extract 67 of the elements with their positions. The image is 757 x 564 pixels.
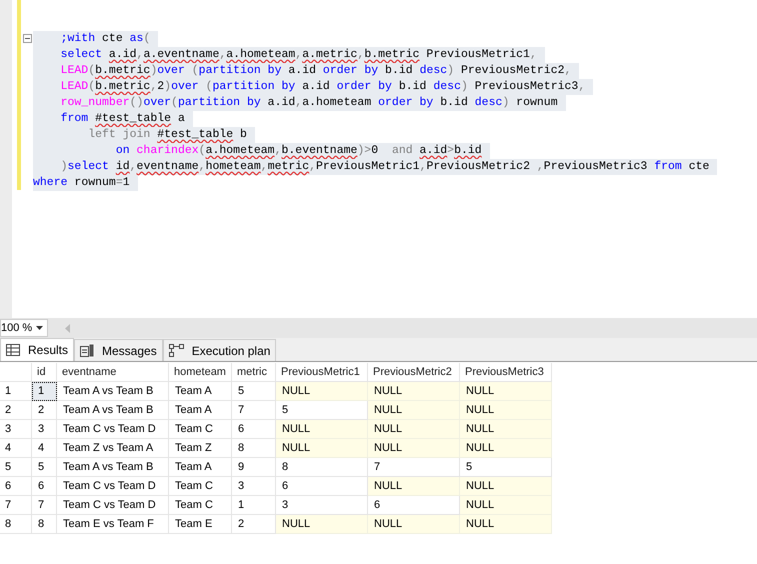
table-cell: 8 [32,515,57,534]
row-number: 5 [0,458,32,477]
grid-corner[interactable] [0,363,32,382]
table-cell: Team C [169,420,232,439]
row-number: 6 [0,477,32,496]
table-cell: Team A vs Team B [57,401,169,420]
table-cell: Team C vs Team D [57,496,169,515]
table-cell: 4 [32,439,57,458]
table-cell: 8 [276,458,368,477]
row-number: 7 [0,496,32,515]
table-cell: 2 [32,401,57,420]
table-cell: NULL [460,515,552,534]
result-tab[interactable]: Messages [74,339,163,361]
table-cell: NULL [276,382,368,401]
table-cell: Team A [169,382,232,401]
table-cell: NULL [368,401,460,420]
result-tab[interactable]: Execution plan [162,339,276,361]
document-icon [80,344,94,357]
table-cell: NULL [276,439,368,458]
table-cell: NULL [460,420,552,439]
zoom-dropdown[interactable]: 100 % [0,319,48,337]
collapse-icon[interactable] [22,34,32,43]
table-cell: NULL [368,382,460,401]
column-header[interactable]: eventname [57,363,169,382]
table-cell: NULL [368,515,460,534]
table-cell: 7 [32,496,57,515]
table-cell: Team E vs Team F [57,515,169,534]
plan-icon [168,344,184,357]
table-cell: NULL [460,382,552,401]
table-cell: 5 [32,458,57,477]
table-cell: NULL [460,401,552,420]
row-number: 3 [0,420,32,439]
row-number: 4 [0,439,32,458]
table-cell: Team C vs Team D [57,477,169,496]
table-cell: Team C [169,496,232,515]
column-header[interactable]: metric [232,363,276,382]
table-cell: NULL [460,496,552,515]
table-cell: Team A vs Team B [57,458,169,477]
table-cell: NULL [368,420,460,439]
table-cell: Team C [169,477,232,496]
table-cell: NULL [460,439,552,458]
table-cell: 9 [232,458,276,477]
table-cell: Team C vs Team D [57,420,169,439]
result-tab[interactable]: Results [0,338,74,361]
table-cell: Team A [169,458,232,477]
scroll-left-icon[interactable] [65,324,70,332]
table-cell: Team E [169,515,232,534]
table-cell: NULL [276,420,368,439]
table-cell: 1 [232,496,276,515]
column-header[interactable]: hometeam [169,363,232,382]
table-cell: 3 [32,420,57,439]
table-cell: 1 [32,382,57,401]
row-number: 8 [0,515,32,534]
table-cell: 6 [32,477,57,496]
table-cell: Team A vs Team B [57,382,169,401]
row-number: 2 [0,401,32,420]
table-cell: NULL [460,477,552,496]
table-cell: NULL [368,439,460,458]
table-cell: 7 [232,401,276,420]
table-cell: Team Z vs Team A [57,439,169,458]
table-cell: 3 [232,477,276,496]
table-cell: NULL [276,515,368,534]
table-cell: NULL [368,477,460,496]
table-cell: Team Z [169,439,232,458]
grid-icon [6,344,20,356]
dropdown-arrow-icon [36,326,43,330]
table-cell: Team A [169,401,232,420]
